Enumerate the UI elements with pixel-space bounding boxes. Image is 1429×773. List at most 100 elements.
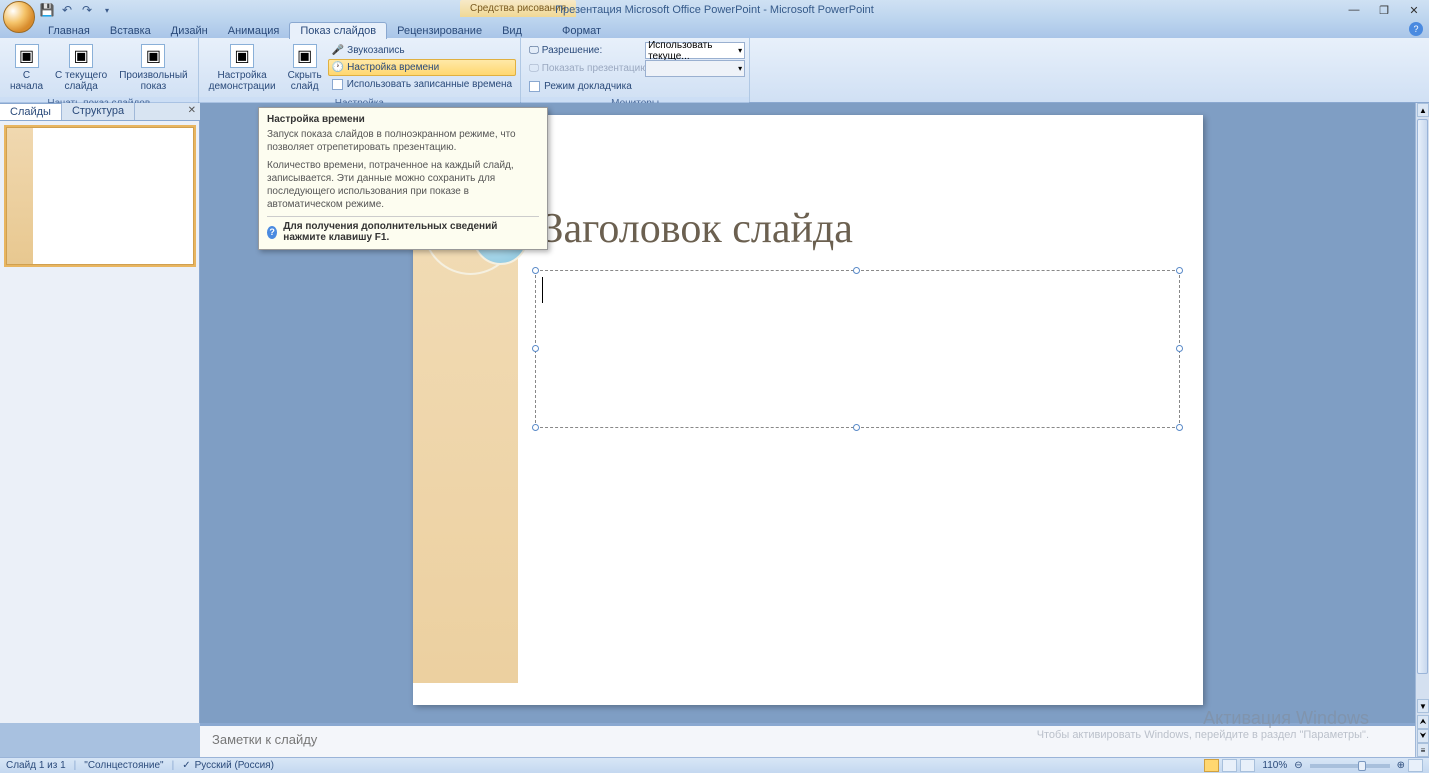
undo-icon[interactable]: ↶: [58, 1, 76, 19]
tooltip-text-2: Количество времени, потраченное на кажды…: [267, 159, 539, 211]
custom-show-button[interactable]: ▣ Произвольный показ: [113, 40, 193, 95]
normal-view-button[interactable]: [1204, 759, 1219, 772]
thumbnail-design-band: [7, 128, 33, 264]
chevron-down-icon: ▾: [738, 46, 742, 55]
selection-handle[interactable]: [532, 267, 539, 274]
fit-to-window-button[interactable]: [1408, 759, 1423, 772]
help-icon[interactable]: ?: [1409, 22, 1423, 36]
show-on-dropdown[interactable]: ▾: [645, 60, 745, 77]
tooltip-f1-hint: ? Для получения дополнительных сведений …: [267, 216, 539, 243]
status-slide-info: Слайд 1 из 1: [6, 760, 66, 771]
custom-show-icon: ▣: [141, 44, 165, 68]
status-bar: Слайд 1 из 1 | "Солнцестояние" | ✓ Русск…: [0, 757, 1429, 773]
selection-handle[interactable]: [853, 267, 860, 274]
scroll-down-icon[interactable]: ▼: [1417, 699, 1429, 713]
resolution-dropdown[interactable]: Использовать текуще...▾: [645, 42, 745, 59]
ribbon-group-setup: ▣ Настройка демонстрации ▣ Скрыть слайд …: [199, 38, 521, 102]
zoom-slider-thumb[interactable]: [1358, 761, 1366, 771]
selection-handle[interactable]: [1176, 267, 1183, 274]
presenter-view-checkbox[interactable]: Режим докладчика: [525, 78, 745, 95]
tooltip-text-1: Запуск показа слайдов в полноэкранном ре…: [267, 128, 539, 154]
panel-tab-slides[interactable]: Слайды: [0, 103, 62, 120]
help-icon: ?: [267, 226, 277, 239]
selection-handle[interactable]: [1176, 345, 1183, 352]
prev-slide-icon[interactable]: ⮝: [1417, 715, 1429, 729]
window-controls: — ❐ ✕: [1339, 0, 1429, 20]
tooltip-rehearse-timings: Настройка времени Запуск показа слайдов …: [258, 107, 548, 250]
redo-icon[interactable]: ↷: [78, 1, 96, 19]
setup-icon: ▣: [230, 44, 254, 68]
status-right-controls: 110% ⊖ ⊕: [1204, 759, 1423, 772]
title-bar: 💾 ↶ ↷ ▾ Средства рисования Презентация M…: [0, 0, 1429, 20]
checkbox-icon: [332, 79, 343, 90]
selection-handle[interactable]: [853, 424, 860, 431]
chevron-down-icon: ▾: [738, 64, 742, 73]
quick-access-toolbar: 💾 ↶ ↷ ▾: [38, 1, 116, 19]
tooltip-title: Настройка времени: [267, 114, 539, 125]
ribbon-group-start-slideshow: ▣ С начала ▣ С текущего слайда ▣ Произво…: [0, 38, 199, 102]
hide-slide-button[interactable]: ▣ Скрыть слайд: [282, 40, 328, 95]
from-current-button[interactable]: ▣ С текущего слайда: [49, 40, 113, 95]
content-placeholder[interactable]: [535, 270, 1180, 428]
minimize-button[interactable]: —: [1339, 0, 1369, 20]
scroll-up-icon[interactable]: ▲: [1417, 103, 1429, 117]
rehearse-timings-button[interactable]: 🕐Настройка времени: [328, 59, 516, 76]
tab-insert[interactable]: Вставка: [100, 23, 161, 39]
thumbnail-panel: [0, 121, 200, 723]
text-cursor: [542, 277, 543, 303]
setup-slideshow-button[interactable]: ▣ Настройка демонстрации: [203, 40, 282, 95]
selection-handle[interactable]: [1176, 424, 1183, 431]
status-language[interactable]: Русский (Россия): [195, 760, 274, 771]
ribbon: ▣ С начала ▣ С текущего слайда ▣ Произво…: [0, 38, 1429, 103]
use-timings-checkbox[interactable]: Использовать записанные времена: [328, 76, 516, 93]
close-button[interactable]: ✕: [1399, 0, 1429, 20]
slide-title-text[interactable]: Заголовок слайда: [543, 205, 853, 253]
tab-animations[interactable]: Анимация: [218, 23, 290, 39]
zoom-in-button[interactable]: ⊕: [1397, 760, 1405, 771]
ribbon-group-monitors: 🖵Разрешение: Использовать текуще...▾ 🖵По…: [521, 38, 750, 102]
tab-review[interactable]: Рецензирование: [387, 23, 492, 39]
from-beginning-button[interactable]: ▣ С начала: [4, 40, 49, 95]
selection-handle[interactable]: [532, 424, 539, 431]
zoom-level[interactable]: 110%: [1262, 760, 1287, 771]
record-icon: 🎤: [332, 45, 344, 56]
zoom-slider[interactable]: [1310, 764, 1390, 768]
selection-handle[interactable]: [532, 345, 539, 352]
slideshow-view-button[interactable]: [1240, 759, 1255, 772]
tab-view[interactable]: Вид: [492, 23, 532, 39]
thumbnail-panel-tabs: Слайды Структура ✕: [0, 103, 200, 121]
monitor-icon: 🖵: [529, 63, 539, 74]
windows-activation-watermark: Активация Windows Чтобы активировать Win…: [1037, 708, 1369, 741]
status-theme: "Солнцестояние": [84, 760, 163, 771]
from-beginning-icon: ▣: [15, 44, 39, 68]
checkbox-icon: [529, 81, 540, 92]
qat-customize-icon[interactable]: ▾: [98, 1, 116, 19]
next-slide-icon[interactable]: ⮟: [1417, 729, 1429, 743]
slide-thumbnail-1[interactable]: [6, 127, 194, 265]
slide-nav-icon[interactable]: ≡: [1417, 743, 1429, 757]
tab-design[interactable]: Дизайн: [161, 23, 218, 39]
tab-slideshow[interactable]: Показ слайдов: [289, 22, 387, 39]
record-narration-button[interactable]: 🎤Звукозапись: [328, 42, 516, 59]
show-on-label: 🖵Показать презентацию на:: [525, 60, 645, 77]
scrollbar-thumb[interactable]: [1417, 119, 1428, 674]
zoom-out-button[interactable]: ⊖: [1294, 760, 1302, 771]
clock-icon: 🕐: [332, 62, 344, 73]
tab-home[interactable]: Главная: [38, 23, 100, 39]
tab-format[interactable]: Формат: [552, 23, 611, 39]
vertical-scrollbar[interactable]: ▲ ▼ ⮝ ⮟ ≡: [1415, 103, 1429, 757]
spellcheck-icon[interactable]: ✓: [182, 760, 190, 771]
sorter-view-button[interactable]: [1222, 759, 1237, 772]
app-title: Презентация Microsoft Office PowerPoint …: [555, 4, 874, 16]
save-icon[interactable]: 💾: [38, 1, 56, 19]
notes-placeholder: Заметки к слайду: [212, 732, 317, 747]
monitor-icon: 🖵: [529, 45, 539, 56]
panel-tab-outline[interactable]: Структура: [62, 103, 135, 120]
hide-slide-icon: ▣: [293, 44, 317, 68]
from-current-icon: ▣: [69, 44, 93, 68]
panel-close-icon[interactable]: ✕: [188, 105, 196, 116]
resolution-label: 🖵Разрешение:: [525, 42, 645, 59]
maximize-button[interactable]: ❐: [1369, 0, 1399, 20]
ribbon-tabs: Главная Вставка Дизайн Анимация Показ сл…: [0, 20, 1429, 38]
office-button[interactable]: [3, 1, 35, 33]
